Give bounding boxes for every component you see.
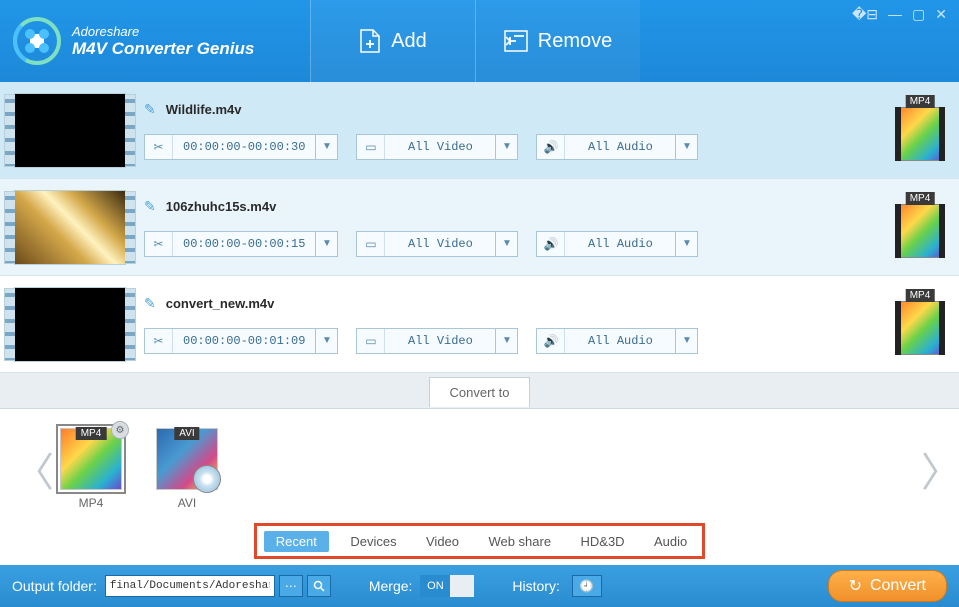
convert-to-tab[interactable]: Convert to [429, 377, 531, 407]
audio-icon: 🔊 [537, 135, 565, 159]
video-icon: ▭ [357, 232, 385, 256]
chevron-down-icon[interactable]: ▼ [495, 329, 517, 353]
feedback-icon[interactable]: �⊟ [852, 6, 878, 23]
app-logo-icon [12, 16, 62, 66]
format-panel: 〈 MP4 ⚙ MP4 AVI AVI 〉 [0, 409, 959, 529]
output-format-thumb[interactable]: MP4 [895, 99, 945, 161]
trim-control[interactable]: ✂ 00:00:00-00:01:09 ▼ [144, 328, 338, 354]
convert-to-bar: Convert to [0, 373, 959, 409]
chevron-down-icon[interactable]: ▼ [315, 135, 337, 159]
video-track-control[interactable]: ▭ All Video ▼ [356, 134, 518, 160]
brand-name: Adoreshare [72, 24, 254, 39]
chevron-down-icon[interactable]: ▼ [315, 329, 337, 353]
close-button[interactable]: ✕ [935, 6, 947, 23]
file-name-label: 106zhuhc15s.m4v [166, 199, 277, 214]
chevron-down-icon[interactable]: ▼ [495, 232, 517, 256]
history-label: History: [512, 578, 559, 594]
file-row[interactable]: ✎ convert_new.m4v ✂ 00:00:00-00:01:09 ▼ … [0, 276, 959, 373]
add-button[interactable]: Add [310, 0, 475, 82]
brand-area: Adoreshare M4V Converter Genius [0, 16, 310, 66]
file-row[interactable]: ✎ Wildlife.m4v ✂ 00:00:00-00:00:30 ▼ ▭ A… [0, 82, 959, 179]
disc-icon [193, 465, 221, 493]
output-format-thumb[interactable]: MP4 [895, 293, 945, 355]
category-tabs: Recent Devices Video Web share HD&3D Aud… [254, 523, 705, 559]
scissors-icon: ✂ [145, 135, 173, 159]
title-bar: Adoreshare M4V Converter Genius Add Remo… [0, 0, 959, 82]
chevron-down-icon[interactable]: ▼ [315, 232, 337, 256]
file-thumbnail[interactable] [14, 287, 126, 362]
browse-folder-button[interactable] [307, 575, 331, 597]
audio-track-control[interactable]: 🔊 All Audio ▼ [536, 134, 698, 160]
chevron-down-icon[interactable]: ▼ [675, 232, 697, 256]
video-icon: ▭ [357, 329, 385, 353]
audio-track-control[interactable]: 🔊 All Audio ▼ [536, 328, 698, 354]
minimize-button[interactable]: — [888, 6, 902, 23]
audio-icon: 🔊 [537, 329, 565, 353]
video-track-control[interactable]: ▭ All Video ▼ [356, 328, 518, 354]
merge-label: Merge: [369, 578, 413, 594]
tab-web-share[interactable]: Web share [480, 534, 559, 549]
window-controls: �⊟ — ▢ ✕ [852, 6, 959, 23]
scroll-right-button[interactable]: 〉 [921, 440, 945, 498]
video-track-control[interactable]: ▭ All Video ▼ [356, 231, 518, 257]
maximize-button[interactable]: ▢ [912, 6, 925, 23]
tab-video[interactable]: Video [418, 534, 467, 549]
tab-hd3d[interactable]: HD&3D [573, 534, 633, 549]
tab-devices[interactable]: Devices [342, 534, 404, 549]
bottom-bar: Output folder: ⋯ Merge: ON History: 🕘 ↻ … [0, 565, 959, 607]
file-thumbnail[interactable] [14, 190, 126, 265]
trim-control[interactable]: ✂ 00:00:00-00:00:30 ▼ [144, 134, 338, 160]
file-row[interactable]: ✎ 106zhuhc15s.m4v ✂ 00:00:00-00:00:15 ▼ … [0, 179, 959, 276]
trim-control[interactable]: ✂ 00:00:00-00:00:15 ▼ [144, 231, 338, 257]
file-name-label: Wildlife.m4v [166, 102, 242, 117]
edit-icon[interactable]: ✎ [144, 198, 156, 215]
tab-recent[interactable]: Recent [264, 531, 329, 552]
chevron-down-icon[interactable]: ▼ [675, 329, 697, 353]
scroll-left-button[interactable]: 〈 [14, 440, 38, 498]
scissors-icon: ✂ [145, 329, 173, 353]
open-folder-button[interactable]: ⋯ [279, 575, 303, 597]
remove-icon [504, 30, 528, 52]
remove-button[interactable]: Remove [475, 0, 640, 82]
video-icon: ▭ [357, 135, 385, 159]
convert-button[interactable]: ↻ Convert [828, 570, 947, 602]
audio-track-control[interactable]: 🔊 All Audio ▼ [536, 231, 698, 257]
chevron-down-icon[interactable]: ▼ [675, 135, 697, 159]
output-folder-input[interactable] [105, 575, 275, 597]
history-button[interactable]: 🕘 [572, 575, 602, 597]
scissors-icon: ✂ [145, 232, 173, 256]
edit-icon[interactable]: ✎ [144, 295, 156, 312]
format-item-avi[interactable]: AVI AVI [152, 428, 222, 510]
gear-icon[interactable]: ⚙ [111, 421, 129, 439]
merge-toggle[interactable]: ON [420, 575, 474, 597]
add-file-icon [359, 28, 381, 54]
file-list: ✎ Wildlife.m4v ✂ 00:00:00-00:00:30 ▼ ▭ A… [0, 82, 959, 373]
tab-audio[interactable]: Audio [646, 534, 695, 549]
edit-icon[interactable]: ✎ [144, 101, 156, 118]
audio-icon: 🔊 [537, 232, 565, 256]
chevron-down-icon[interactable]: ▼ [495, 135, 517, 159]
output-format-thumb[interactable]: MP4 [895, 196, 945, 258]
app-title: M4V Converter Genius [72, 39, 254, 59]
file-thumbnail[interactable] [14, 93, 126, 168]
format-item-mp4[interactable]: MP4 ⚙ MP4 [56, 428, 126, 510]
convert-icon: ↻ [849, 576, 862, 596]
file-name-label: convert_new.m4v [166, 296, 275, 311]
output-folder-label: Output folder: [12, 578, 97, 594]
